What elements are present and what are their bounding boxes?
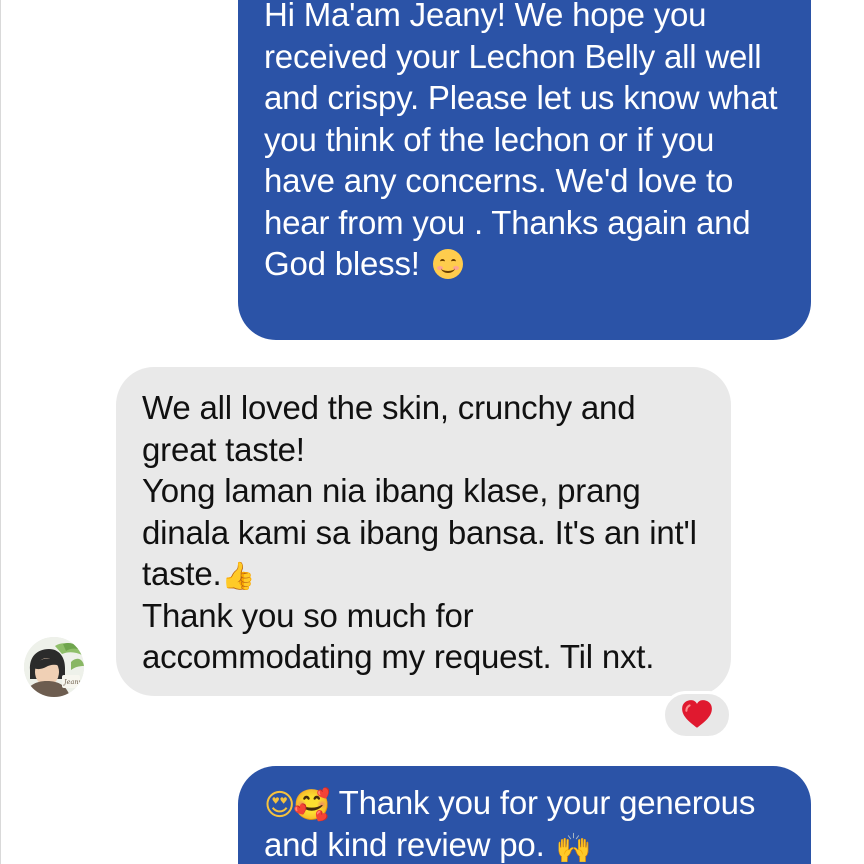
message-reaction[interactable] — [662, 691, 732, 739]
message-text-outgoing-1: Hi Ma'am Jeany! We hope you received you… — [264, 0, 787, 282]
message-bubble-outgoing-1[interactable]: Hi Ma'am Jeany! We hope you received you… — [238, 0, 811, 340]
avatar-image: Jeany — [24, 637, 84, 697]
avatar-signature-text: Jeany — [62, 678, 83, 686]
message-text-incoming-1-end: Thank you so much for accommodating my r… — [142, 596, 655, 676]
smiling-face-icon — [432, 249, 463, 279]
raising-hands-icon: 🙌 — [555, 830, 592, 864]
message-bubble-incoming-1[interactable]: We all loved the skin, crunchy and great… — [116, 367, 731, 696]
heart-eyes-icon: 😍 — [264, 788, 296, 823]
left-divider-line — [0, 0, 1, 864]
smiling-face-with-hearts-icon: 🥰 — [293, 788, 331, 823]
heart-reaction-icon — [682, 700, 712, 728]
message-bubble-outgoing-2[interactable]: 😍🥰 Thank you for your generous and kind … — [238, 766, 811, 864]
chat-thread: Hi Ma'am Jeany! We hope you received you… — [0, 0, 864, 864]
message-text-outgoing-2: Thank you for your generous and kind rev… — [264, 784, 765, 863]
contact-avatar[interactable]: Jeany — [24, 637, 84, 697]
thumbs-up-icon: 👍 — [221, 561, 256, 592]
